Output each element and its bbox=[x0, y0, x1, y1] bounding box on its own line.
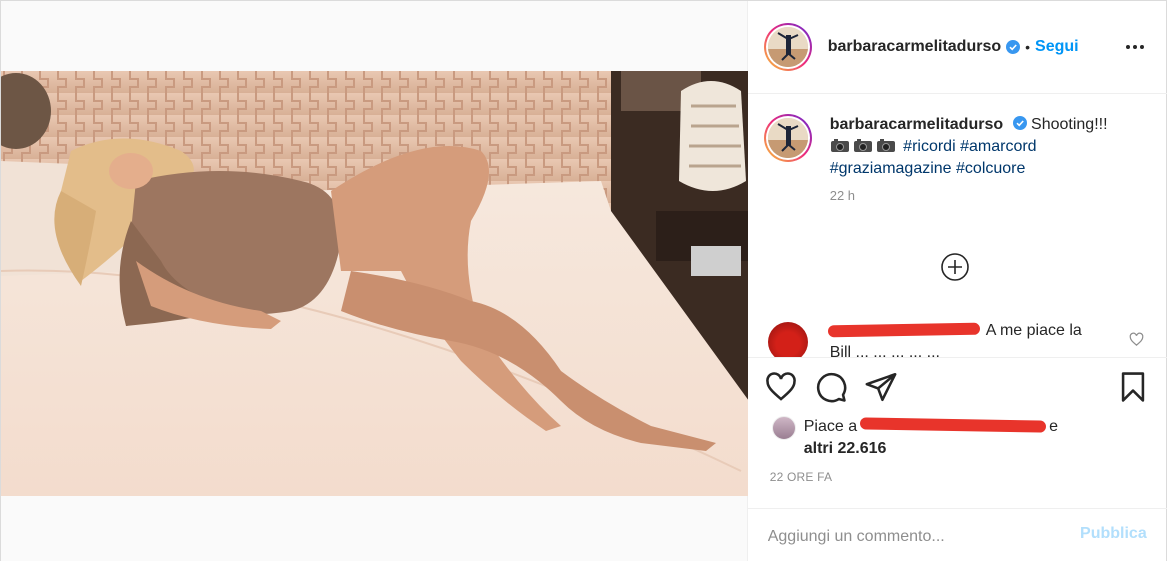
commenter-avatar[interactable] bbox=[767, 322, 808, 357]
comment-text: A me piace la bbox=[985, 322, 1082, 339]
caption-row: barbaracarmelitadurso Shooting!!! #ricor… bbox=[763, 114, 1151, 180]
post-actions: Piace a e altri 22.616 22 ORE FA Pubblica bbox=[747, 357, 1167, 561]
author-avatar[interactable] bbox=[763, 23, 812, 71]
caption-text: barbaracarmelitadurso Shooting!!! #ricor… bbox=[830, 114, 1130, 180]
redacted-liker-username bbox=[860, 417, 1047, 433]
comment-item: A me piace la Bill ... ... ... ... ... bbox=[767, 322, 1158, 357]
hashtag-link[interactable]: #amarcord bbox=[960, 138, 1036, 155]
post-media-area bbox=[1, 1, 749, 561]
save-bookmark-icon[interactable] bbox=[1116, 370, 1150, 404]
likes-suffix: e bbox=[1049, 418, 1058, 435]
caption-body: Shooting!!! bbox=[1031, 116, 1108, 133]
publish-button[interactable]: Pubblica bbox=[1080, 525, 1147, 543]
comment-like-heart-icon[interactable] bbox=[1129, 332, 1144, 347]
liker-avatar[interactable] bbox=[771, 416, 796, 440]
caption-time[interactable]: 22 h bbox=[830, 188, 1151, 203]
photo-illustration bbox=[1, 71, 749, 496]
post-header: barbaracarmelitadurso • Segui bbox=[747, 1, 1167, 94]
comment-bubble-icon[interactable] bbox=[814, 370, 848, 404]
hashtag-link[interactable]: #graziamagazine bbox=[830, 160, 952, 177]
comments-section: barbaracarmelitadurso Shooting!!! #ricor… bbox=[748, 94, 1167, 357]
camera-flash-emoji-icon bbox=[853, 139, 872, 152]
header-separator: • bbox=[1025, 39, 1031, 55]
caption-avatar-photo bbox=[767, 118, 808, 158]
camera-flash-emoji-icon bbox=[876, 139, 895, 152]
author-avatar-photo bbox=[767, 27, 808, 67]
post-photo[interactable] bbox=[1, 71, 749, 496]
add-comment-bar: Pubblica bbox=[747, 508, 1167, 561]
redacted-username bbox=[827, 322, 980, 338]
caption-author-avatar[interactable] bbox=[763, 114, 812, 162]
follow-button[interactable]: Segui bbox=[1035, 38, 1079, 56]
likes-prefix: Piace a bbox=[803, 418, 858, 435]
hashtag-link[interactable]: #colcuore bbox=[956, 160, 1025, 177]
camera-flash-emoji-icon bbox=[830, 139, 849, 152]
share-send-icon[interactable] bbox=[864, 370, 898, 404]
author-username[interactable]: barbaracarmelitadurso bbox=[828, 38, 1001, 56]
post-sidebar: barbaracarmelitadurso • Segui barbaracar… bbox=[747, 1, 1167, 561]
more-options-icon[interactable] bbox=[1125, 37, 1145, 57]
camera-emoji-group bbox=[830, 138, 903, 155]
verified-badge-icon bbox=[1006, 40, 1021, 54]
action-icons bbox=[764, 370, 1151, 410]
load-more-comments-icon[interactable] bbox=[940, 252, 970, 282]
post-timestamp[interactable]: 22 ORE FA bbox=[770, 470, 833, 484]
hashtag-link[interactable]: #ricordi bbox=[903, 138, 955, 155]
likes-count-link[interactable]: altri 22.616 bbox=[804, 438, 887, 460]
verified-badge-icon bbox=[1012, 116, 1027, 130]
comment-text-line2: Bill ... ... ... ... ... bbox=[829, 344, 940, 357]
instagram-post: barbaracarmelitadurso • Segui barbaracar… bbox=[0, 0, 1167, 561]
caption-username[interactable]: barbaracarmelitadurso bbox=[830, 116, 1003, 133]
comment-input[interactable] bbox=[767, 523, 1058, 551]
like-heart-icon[interactable] bbox=[764, 370, 798, 404]
